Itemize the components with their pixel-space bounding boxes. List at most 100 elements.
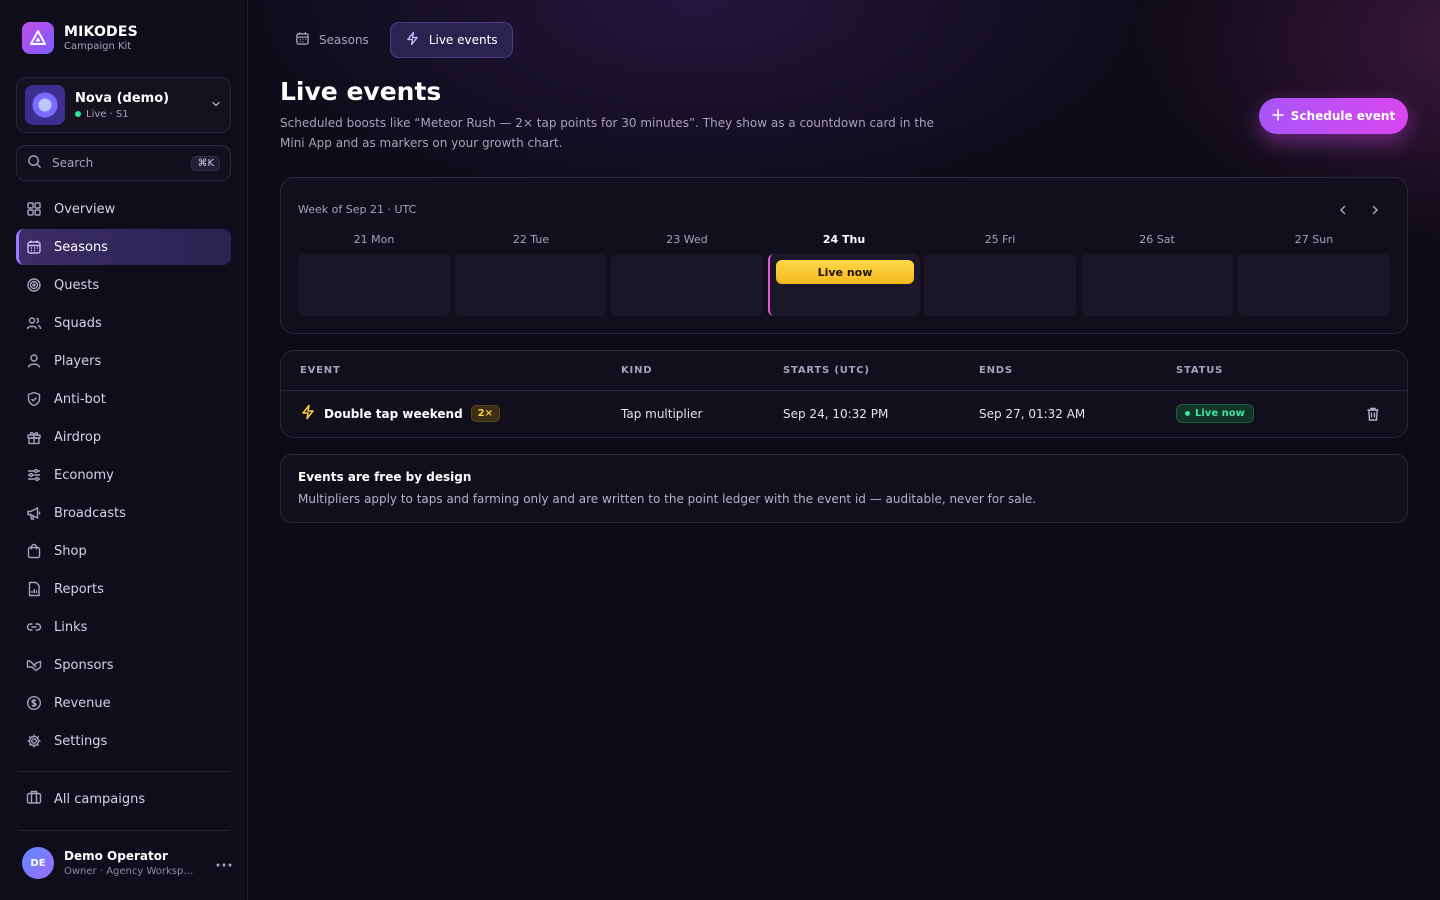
all-campaigns-link[interactable]: All campaigns <box>16 781 231 817</box>
day-header-mon: 21 Mon <box>353 233 395 246</box>
sidebar-item-overview[interactable]: Overview <box>16 191 231 227</box>
tab-seasons[interactable]: Seasons <box>280 22 384 58</box>
sidebar-nav: Overview Seasons Quests Squads Players A… <box>16 191 231 761</box>
search-placeholder: Search <box>52 156 94 170</box>
week-calendar: Week of Sep 21 · UTC 21 Mon 22 Tue 23 We… <box>280 177 1408 334</box>
sidebar-item-label: Broadcasts <box>54 505 126 521</box>
sidebar-divider <box>18 771 230 772</box>
day-header-thu: 24 Thu <box>822 233 866 246</box>
day-cell-thu[interactable]: Live now <box>768 254 920 316</box>
brand-name: MIKODES <box>64 24 138 40</box>
day-cell-wed[interactable] <box>611 254 763 316</box>
day-header-sat: 26 Sat <box>1139 233 1175 246</box>
calendar-icon <box>26 239 42 255</box>
tab-live-events[interactable]: Live events <box>389 22 513 58</box>
sidebar-item-quests[interactable]: Quests <box>16 267 231 303</box>
sidebar-item-sponsors[interactable]: Sponsors <box>16 647 231 683</box>
day-header-fri: 25 Fri <box>984 233 1016 246</box>
chevron-right-icon[interactable] <box>1363 200 1387 220</box>
sidebar-item-reports[interactable]: Reports <box>16 571 231 607</box>
sidebar-item-label: Revenue <box>54 695 111 711</box>
day-cell-fri[interactable] <box>924 254 1076 316</box>
week-label: Week of Sep 21 · UTC <box>298 203 417 216</box>
sidebar-item-label: Shop <box>54 543 87 559</box>
sidebar-item-label: Quests <box>54 277 100 293</box>
schedule-event-button[interactable]: Schedule event <box>1259 98 1408 134</box>
day-cell-tue[interactable] <box>455 254 607 316</box>
live-dot-icon <box>75 111 81 117</box>
search-input[interactable]: Search ⌘K <box>16 145 231 181</box>
sidebar-item-label: Overview <box>54 201 116 217</box>
table-row[interactable]: Double tap weekend 2× Tap multiplier Sep… <box>281 391 1407 437</box>
sidebar-item-shop[interactable]: Shop <box>16 533 231 569</box>
sidebar-item-airdrop[interactable]: Airdrop <box>16 419 231 455</box>
user-name: Demo Operator <box>64 849 168 863</box>
lightning-icon <box>300 404 316 423</box>
event-name: Double tap weekend <box>324 406 463 421</box>
user-menu[interactable]: DE Demo Operator Owner · Agency Workspac… <box>22 845 232 881</box>
sidebar-item-label: Economy <box>54 467 114 483</box>
sidebar-item-links[interactable]: Links <box>16 609 231 645</box>
brand-logo-icon <box>22 22 54 54</box>
sidebar-item-economy[interactable]: Economy <box>16 457 231 493</box>
sidebar-item-broadcasts[interactable]: Broadcasts <box>16 495 231 531</box>
event-ends: Sep 27, 01:32 AM <box>979 407 1086 421</box>
day-cell-sun[interactable] <box>1238 254 1390 316</box>
info-title: Events are free by design <box>298 470 472 484</box>
day-cell-mon[interactable] <box>298 254 450 316</box>
chevron-down-icon <box>210 98 222 113</box>
sliders-icon <box>26 467 42 483</box>
calendar-event-pill[interactable]: Live now <box>776 260 914 284</box>
column-header-status: STATUS <box>1176 365 1224 376</box>
event-kind: Tap multiplier <box>621 407 703 421</box>
status-badge: Live now <box>1176 404 1254 423</box>
campaign-avatar <box>25 85 65 125</box>
link-icon <box>26 619 42 635</box>
bag-icon <box>26 543 42 559</box>
sidebar-item-anti-bot[interactable]: Anti-bot <box>16 381 231 417</box>
chevron-left-icon[interactable] <box>1331 200 1355 220</box>
sidebar-item-label: Airdrop <box>54 429 102 445</box>
page-title: Live events <box>280 77 442 106</box>
column-header-starts: STARTS (UTC) <box>783 365 870 376</box>
brand[interactable]: MIKODES Campaign Kit <box>22 22 138 54</box>
sidebar-item-squads[interactable]: Squads <box>16 305 231 341</box>
sidebar-divider <box>18 830 230 831</box>
sidebar-item-label: Anti-bot <box>54 391 106 407</box>
brand-subtitle: Campaign Kit <box>64 41 132 52</box>
day-header-tue: 22 Tue <box>512 233 550 246</box>
more-icon[interactable] <box>216 855 232 871</box>
sidebar-item-players[interactable]: Players <box>16 343 231 379</box>
sidebar-item-label: Settings <box>54 733 108 749</box>
day-header-wed: 23 Wed <box>666 233 708 246</box>
search-icon <box>27 154 42 173</box>
campaign-status: Live · S1 <box>75 109 210 120</box>
search-shortcut: ⌘K <box>191 155 220 171</box>
events-table: EVENT KIND STARTS (UTC) ENDS STATUS Doub… <box>280 350 1408 438</box>
sidebar-item-seasons[interactable]: Seasons <box>16 229 231 265</box>
sidebar-item-label: Sponsors <box>54 657 114 673</box>
tab-label: Live events <box>428 33 498 47</box>
day-cell-sat[interactable] <box>1081 254 1233 316</box>
sidebar-item-label: Seasons <box>54 239 108 255</box>
column-header-ends: ENDS <box>979 365 1013 376</box>
sidebar-item-label: Reports <box>54 581 104 597</box>
schedule-event-label: Schedule event <box>1290 109 1396 123</box>
campaign-switcher[interactable]: Nova (demo) Live · S1 <box>16 77 231 133</box>
sidebar-item-revenue[interactable]: Revenue <box>16 685 231 721</box>
sidebar-item-settings[interactable]: Settings <box>16 723 231 759</box>
lightning-icon <box>405 31 420 49</box>
status-badge-text: Live now <box>1195 408 1245 419</box>
target-icon <box>26 277 42 293</box>
gift-icon <box>26 429 42 445</box>
sidebar: MIKODES Campaign Kit Nova (demo) Live · … <box>0 0 248 900</box>
briefcase-icon <box>26 789 42 809</box>
column-header-kind: KIND <box>621 365 653 376</box>
user-role: Owner · Agency Workspace <box>64 866 199 877</box>
campaign-status-text: Live · S1 <box>86 108 129 120</box>
campaign-name: Nova (demo) <box>75 90 170 106</box>
shield-icon <box>26 391 42 407</box>
trash-icon[interactable] <box>1365 406 1383 424</box>
sidebar-item-label: Players <box>54 353 102 369</box>
page-description: Scheduled boosts like “Meteor Rush — 2× … <box>280 116 935 150</box>
